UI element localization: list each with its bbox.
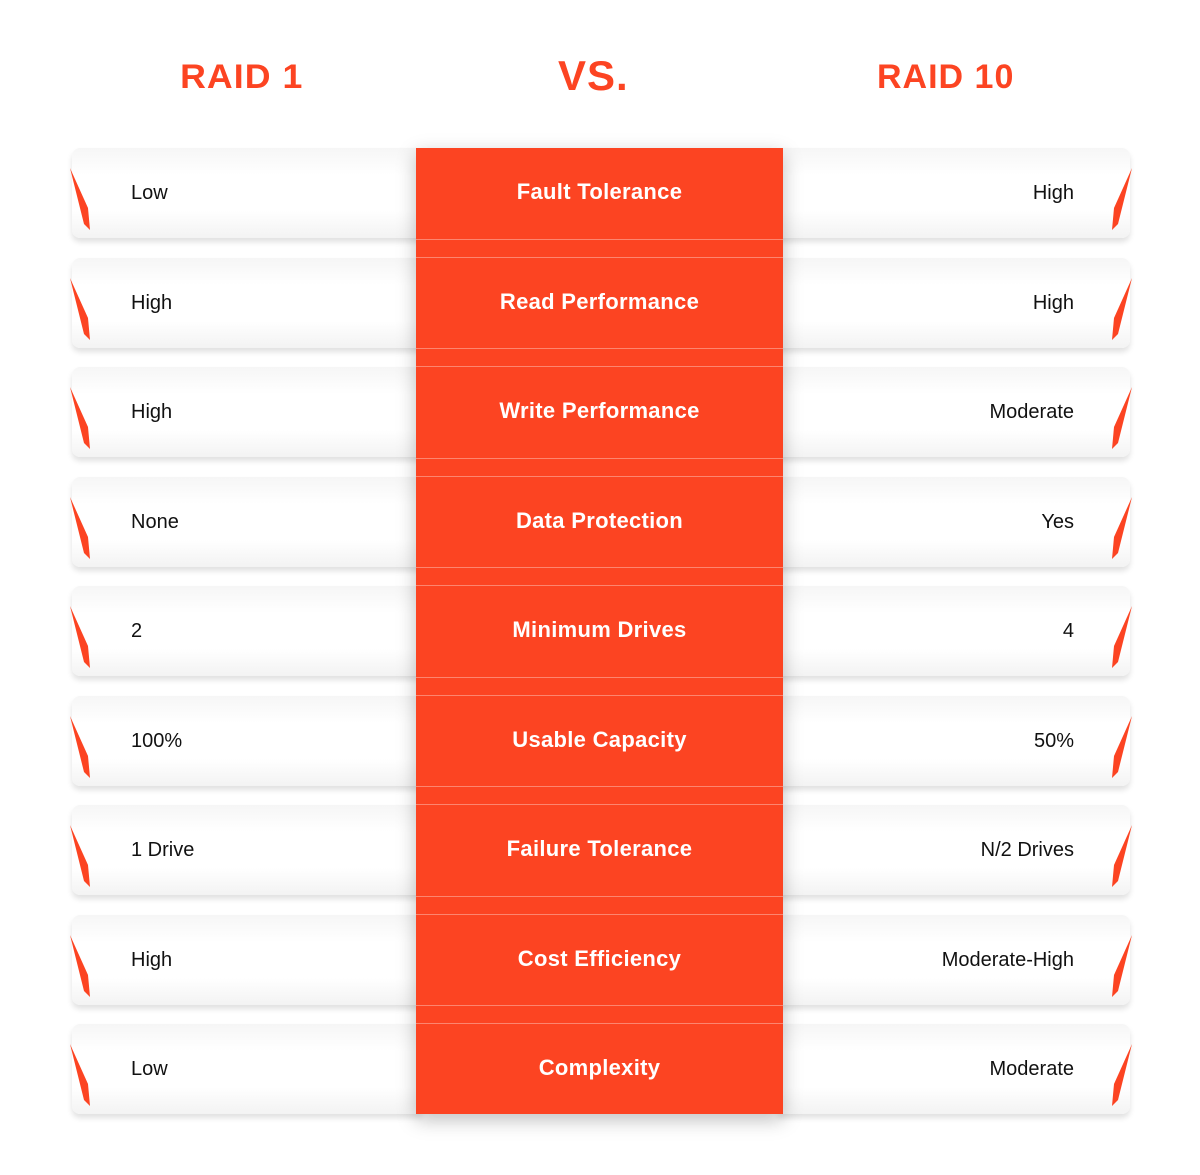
row-divider	[416, 1023, 783, 1024]
raid1-cell: 100%	[70, 695, 422, 786]
comparison-row: None Data Protection Yes	[0, 476, 1200, 567]
raid10-cell: Moderate	[778, 1024, 1132, 1114]
row-divider	[416, 567, 783, 568]
row-divider	[416, 475, 783, 477]
raid10-value: High	[1032, 291, 1074, 314]
raid10-cell: High	[778, 148, 1132, 238]
raid10-value: Moderate-High	[941, 948, 1074, 971]
raid1-value: Low	[131, 1058, 168, 1080]
criterion-label: Fault Tolerance	[516, 179, 683, 204]
row-divider	[416, 786, 783, 787]
criterion-label: Complexity	[538, 1055, 661, 1080]
criterion-label: Failure Tolerance	[506, 836, 693, 861]
row-divider	[416, 913, 783, 915]
ribbon-fold-icon	[1112, 1044, 1132, 1106]
row-divider	[416, 1005, 783, 1006]
row-divider	[416, 256, 783, 258]
raid1-cell: 2	[70, 586, 422, 676]
ribbon-fold-icon	[1112, 934, 1132, 997]
raid1-cell: 1 Drive	[70, 805, 422, 895]
raid10-value: 50%	[1033, 729, 1074, 752]
raid10-cell: 50%	[778, 695, 1132, 786]
raid1-value: 1 Drive	[131, 839, 195, 861]
comparison-row: 2 Minimum Drives 4	[0, 586, 1200, 676]
criterion-label: Cost Efficiency	[517, 945, 682, 971]
row-divider	[416, 238, 783, 240]
comparison-row: Low Complexity Moderate	[0, 1024, 1200, 1114]
raid1-cell: High	[70, 914, 422, 1005]
comparison-row: 1 Drive Failure Tolerance N/2 Drives	[0, 805, 1200, 895]
criterion-label: Read Performance	[499, 288, 700, 314]
raid1-cell: High	[70, 367, 422, 457]
raid10-value: 4	[1062, 620, 1074, 642]
comparison-row: Low Fault Tolerance High	[0, 148, 1200, 238]
comparison-row: High Read Performance High	[0, 257, 1200, 348]
row-divider	[416, 676, 783, 678]
row-divider	[416, 348, 783, 349]
raid1-value: High	[131, 401, 173, 423]
raid1-cell: Low	[70, 148, 422, 238]
comparison-row: High Cost Efficiency Moderate-High	[0, 914, 1200, 1005]
comparison-row: High Write Performance Moderate	[0, 367, 1200, 457]
raid10-cell: Yes	[778, 476, 1132, 567]
raid10-value: High	[1032, 182, 1074, 204]
raid1-cell: Low	[70, 1024, 422, 1114]
row-divider	[416, 366, 783, 367]
row-divider	[416, 457, 783, 459]
ribbon-fold-icon	[70, 496, 90, 559]
raid10-value: N/2 Drives	[980, 839, 1074, 861]
raid10-cell: N/2 Drives	[778, 805, 1132, 895]
ribbon-fold-icon	[1112, 825, 1132, 887]
ribbon-fold-icon	[70, 277, 90, 340]
criterion-label: Usable Capacity	[512, 726, 687, 752]
raid1-value: High	[131, 291, 173, 314]
ribbon-fold-icon	[70, 825, 90, 887]
ribbon-fold-icon	[1112, 277, 1132, 340]
ribbon-fold-icon	[70, 1044, 90, 1106]
raid10-cell: 4	[778, 586, 1132, 676]
ribbon-fold-icon	[70, 606, 90, 668]
raid1-value: 100%	[131, 729, 183, 752]
raid10-cell: Moderate	[778, 367, 1132, 457]
criterion-label: Write Performance	[499, 398, 700, 423]
ribbon-fold-icon	[1112, 606, 1132, 668]
raid1-value: Low	[131, 182, 168, 204]
raid10-title: RAID 10	[877, 58, 1015, 96]
ribbon-fold-icon	[1112, 387, 1132, 449]
raid1-value: 2	[131, 620, 143, 642]
ribbon-fold-icon	[1112, 168, 1132, 230]
raid1-cell: None	[70, 476, 422, 567]
criterion-label: Data Protection	[515, 507, 684, 533]
ribbon-fold-icon	[70, 934, 90, 997]
raid1-title: RAID 1	[180, 58, 304, 96]
raid10-value: Moderate	[989, 1058, 1075, 1080]
raid1-value: None	[131, 510, 179, 533]
criterion-label: Minimum Drives	[512, 617, 687, 642]
ribbon-fold-icon	[70, 387, 90, 449]
ribbon-fold-icon	[70, 168, 90, 230]
raid10-cell: High	[778, 257, 1132, 348]
row-divider	[416, 585, 783, 586]
vs-label: VS.	[558, 52, 629, 99]
ribbon-fold-icon	[1112, 715, 1132, 778]
raid1-cell: High	[70, 257, 422, 348]
raid10-value: Yes	[1041, 510, 1074, 533]
row-divider	[416, 895, 783, 897]
raid10-cell: Moderate-High	[778, 914, 1132, 1005]
row-divider	[416, 804, 783, 805]
row-divider	[416, 694, 783, 696]
ribbon-fold-icon	[70, 715, 90, 778]
raid1-value: High	[131, 948, 173, 971]
raid10-value: Moderate	[989, 401, 1075, 423]
comparison-row: 100% Usable Capacity 50%	[0, 695, 1200, 786]
ribbon-fold-icon	[1112, 496, 1132, 559]
